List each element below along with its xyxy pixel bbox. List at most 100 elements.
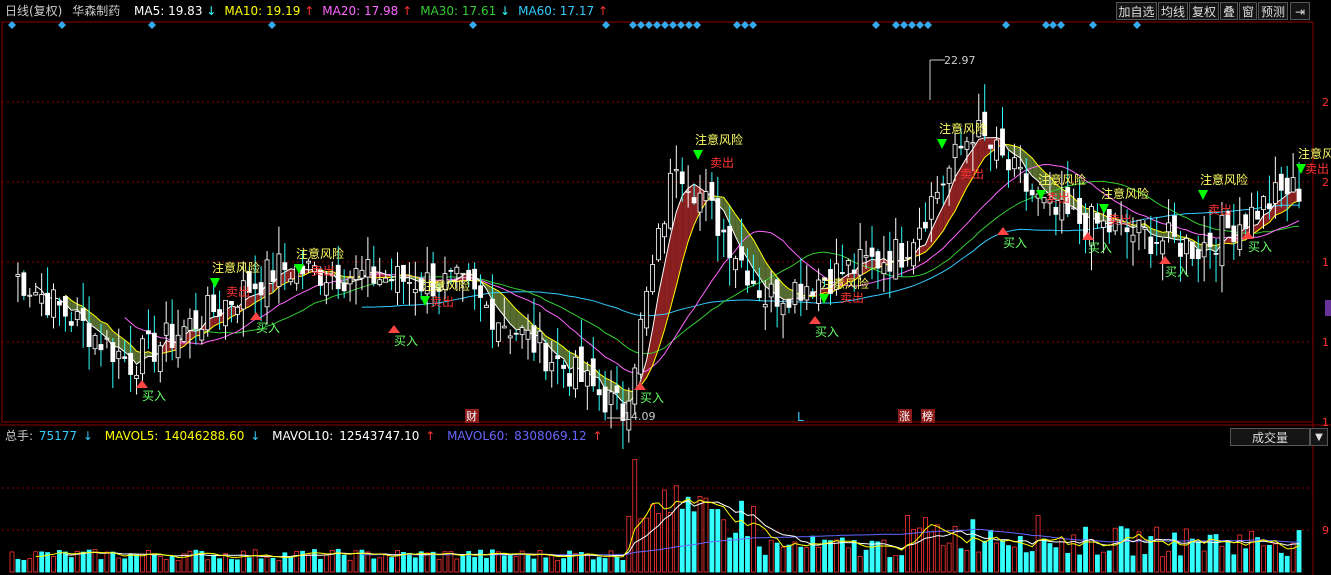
candle-down (57, 300, 62, 306)
arrow-down-icon (693, 150, 703, 160)
buy-signal-label: 买入 (640, 391, 664, 405)
volume-bar-down (217, 558, 222, 573)
stock-name: 华森制药 (72, 3, 120, 18)
risk-warning-label: 注意风险 (1200, 172, 1248, 187)
candle-up (484, 304, 489, 308)
volume-bar-down (887, 557, 893, 573)
volume-bar-down (151, 554, 157, 573)
l-event-label[interactable]: L (797, 410, 804, 424)
zhang-event-label: 涨 (899, 410, 910, 423)
candle-down (756, 290, 762, 298)
arrow-up-icon: ↑ (598, 4, 608, 18)
volume-bar-down (822, 539, 827, 573)
candle-up (1290, 177, 1296, 193)
volume-bar-down (478, 549, 483, 573)
forecast-button[interactable]: 预测 (1258, 2, 1288, 20)
volume-bar-down (1095, 554, 1100, 573)
candle-up (1130, 234, 1136, 243)
volume-bar-down (341, 554, 347, 573)
ma-line-button[interactable]: 均线 (1158, 2, 1188, 20)
volume-bar-up (976, 551, 982, 573)
volume-bar-up (940, 545, 946, 573)
candle-down (151, 332, 157, 362)
volume-bar-up (276, 560, 282, 573)
volume-bar-up (1059, 537, 1065, 573)
volume-bar-down (1225, 541, 1231, 573)
volume-bar-down (596, 557, 602, 573)
candle-up (638, 318, 644, 375)
volume-bar-down (1047, 543, 1053, 573)
volume-bar-up (436, 558, 442, 573)
volume-bar-down (982, 540, 988, 573)
volume-bar-down (1189, 538, 1195, 573)
candle-down (745, 270, 750, 286)
sell-signal-label: 卖出 (1305, 162, 1329, 176)
candle-down (472, 268, 478, 290)
window-button[interactable]: 窗 (1239, 2, 1257, 20)
candle-up (662, 223, 667, 238)
candle-up (454, 266, 460, 275)
candle-up (395, 266, 400, 293)
candle-down (1213, 252, 1219, 255)
candle-up (697, 192, 703, 213)
scroll-marker[interactable] (1325, 300, 1331, 316)
candle-up (1142, 227, 1148, 230)
volume-bar-down (525, 554, 531, 573)
candle-up (762, 303, 768, 308)
arrow-down-icon: ↓ (206, 4, 216, 18)
candle-down (721, 229, 727, 233)
volume-bar-down (590, 559, 596, 573)
volume-bar-up (608, 550, 614, 573)
candle-up (199, 328, 205, 341)
candle-up (1201, 242, 1207, 258)
chevron-down-icon[interactable]: ▼ (1310, 428, 1328, 446)
candle-down (68, 321, 74, 326)
volume-bar-down (602, 558, 608, 573)
candle-up (946, 167, 952, 184)
mavol60-value: 8308069.12 (514, 429, 587, 443)
volume-bar-down (389, 557, 394, 573)
candle-down (45, 292, 50, 316)
candle-down (691, 197, 697, 204)
restore-rights-button[interactable]: 复权 (1189, 2, 1219, 20)
volume-bar-up (9, 551, 15, 573)
arrow-down-icon: ↓ (250, 429, 260, 443)
candle-up (1160, 240, 1166, 255)
candle-down (739, 246, 744, 261)
volume-bar-down (798, 546, 804, 573)
sell-signal-label: 卖出 (1208, 203, 1232, 217)
volume-bar-up (673, 485, 679, 573)
candle-up (667, 172, 673, 229)
volume-bar-down (68, 557, 74, 573)
low-price-label: 14.09 (624, 410, 656, 423)
stock-chart[interactable]: 注意风险注意风险注意风险注意风险注意风险注意风险注意风险注意风险注意风险注意风险… (0, 0, 1331, 575)
risk-warning-label: 注意风险 (939, 121, 987, 136)
volume-bar-up (240, 550, 246, 573)
candle-down (1243, 214, 1249, 230)
candle-down (1255, 210, 1260, 220)
candle-down (1000, 128, 1005, 156)
volume-bar-down (430, 551, 436, 573)
add-watchlist-button[interactable]: 加自选 (1116, 2, 1157, 20)
total-volume-value: 75177 (39, 429, 77, 443)
candle-up (323, 282, 329, 296)
ma-legend-item: MA20: 17.98 (322, 4, 402, 18)
risk-warning-label: 注意风险 (296, 246, 344, 261)
volume-bar-down (567, 550, 572, 573)
candle-up (573, 356, 578, 390)
exit-icon[interactable]: ⇥ (1290, 2, 1310, 20)
candle-down (1029, 189, 1035, 196)
overlay-button[interactable]: 叠 (1220, 2, 1238, 20)
candle-down (774, 279, 780, 307)
candle-up (507, 335, 513, 339)
volume-bar-up (721, 519, 727, 573)
indicator-select[interactable]: 成交量 (1230, 428, 1310, 446)
candle-down (193, 310, 199, 330)
volume-bar-up (946, 542, 952, 573)
volume-ma-lines (35, 498, 1300, 559)
candle-up (104, 337, 110, 340)
volume-bar-down (1231, 554, 1237, 573)
candle-down (211, 294, 217, 313)
candle-up (306, 260, 311, 264)
volume-bar-up (650, 504, 655, 573)
